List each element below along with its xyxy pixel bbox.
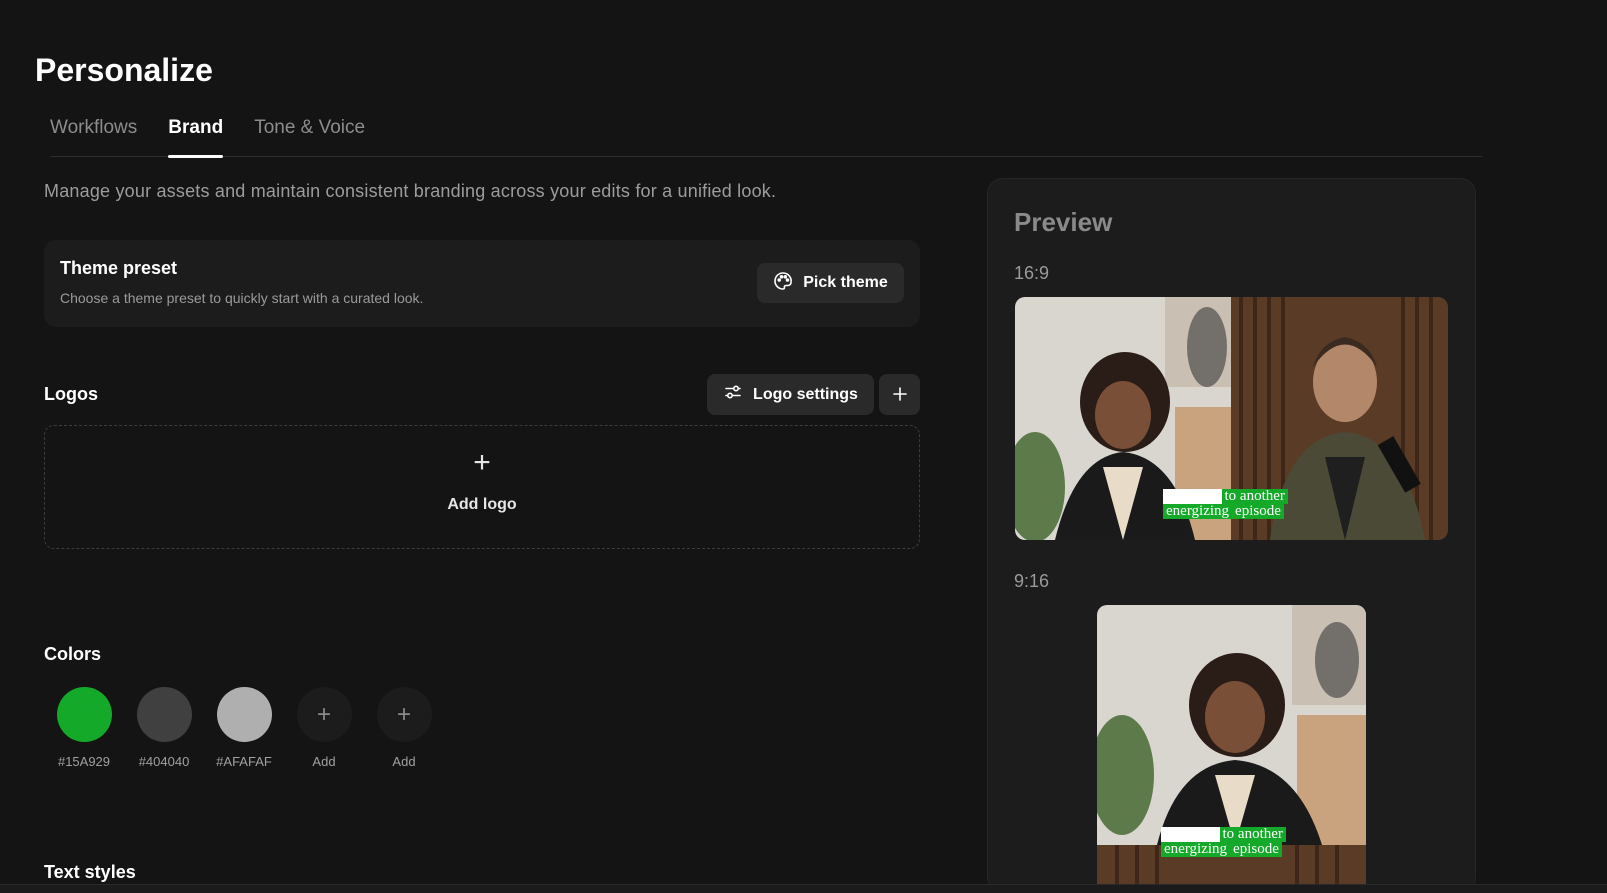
palette-icon	[773, 271, 793, 296]
caption-word-energizing: energizing	[1161, 842, 1231, 857]
preview-title: Preview	[1014, 207, 1113, 237]
color-swatch-label: #AFAFAF	[216, 754, 272, 769]
logo-settings-label: Logo settings	[753, 385, 858, 403]
add-color-button[interactable]: + Add	[284, 687, 364, 769]
pick-theme-button[interactable]: Pick theme	[757, 263, 904, 303]
tab-tone-voice[interactable]: Tone & Voice	[254, 112, 365, 157]
logo-settings-button[interactable]: Logo settings	[707, 374, 874, 415]
caption-highlight-word: xxxxxxx	[1163, 489, 1222, 504]
color-swatch[interactable]: #404040	[124, 687, 204, 769]
logos-title: Logos	[44, 384, 98, 404]
caption-word-episode: episode	[1232, 504, 1284, 519]
caption-word-episode: episode	[1230, 842, 1282, 857]
color-swatch-label: #15A929	[57, 754, 111, 769]
preview-landscape-image: xxxxxxx to another energizing episode	[1015, 297, 1448, 540]
tab-workflows[interactable]: Workflows	[50, 112, 137, 157]
logo-dropzone[interactable]: + Add logo	[44, 425, 920, 549]
preview-panel: Preview 16:9 xxxxxxx to another energizi…	[987, 178, 1476, 893]
add-color-label: Add	[392, 754, 416, 769]
add-color-label: Add	[312, 754, 336, 769]
pick-theme-label: Pick theme	[803, 274, 888, 291]
caption-highlight-word: xxxxxxx	[1161, 827, 1220, 842]
caption-word-energizing: energizing	[1163, 504, 1233, 519]
color-swatch[interactable]: #15A929	[44, 687, 124, 769]
theme-preset-card: Theme preset Choose a theme preset to qu…	[44, 240, 920, 327]
page-title: Personalize	[35, 52, 213, 88]
caption-line-1: to another	[1219, 827, 1286, 842]
add-logo-button[interactable]	[879, 374, 920, 415]
color-swatch-label: #404040	[138, 754, 190, 769]
theme-preset-description: Choose a theme preset to quickly start w…	[60, 290, 424, 306]
page-description: Manage your assets and maintain consiste…	[44, 181, 777, 201]
color-swatch-circle	[216, 687, 272, 742]
theme-preset-title: Theme preset	[60, 258, 178, 278]
tab-bar: Workflows Brand Tone & Voice	[50, 112, 1482, 158]
sliders-icon	[723, 382, 743, 407]
color-swatch-circle	[56, 687, 112, 742]
color-swatches: #15A929 #404040 #AFAFAF + Add + Add	[44, 687, 444, 769]
caption-overlay: xxxxxxx to another energizing episode	[1163, 489, 1288, 519]
preview-portrait-image: xxxxxxx to another energizing episode	[1097, 605, 1366, 892]
color-swatch-circle	[136, 687, 192, 742]
add-color-icon: +	[296, 687, 352, 742]
caption-line-1: to another	[1221, 489, 1288, 504]
plus-icon	[892, 382, 908, 408]
add-color-icon: +	[376, 687, 432, 742]
ratio-label-portrait: 9:16	[1014, 571, 1050, 591]
color-swatch[interactable]: #AFAFAF	[204, 687, 284, 769]
bottom-scroll-edge	[0, 884, 1607, 893]
caption-overlay: xxxxxxx to another energizing episode	[1161, 827, 1286, 857]
add-logo-icon: +	[473, 446, 491, 479]
text-styles-title: Text styles	[44, 862, 136, 882]
add-color-button[interactable]: + Add	[364, 687, 444, 769]
colors-title: Colors	[44, 644, 102, 664]
tab-brand[interactable]: Brand	[168, 112, 223, 158]
ratio-label-landscape: 16:9	[1014, 263, 1050, 283]
add-logo-label: Add logo	[447, 496, 517, 513]
